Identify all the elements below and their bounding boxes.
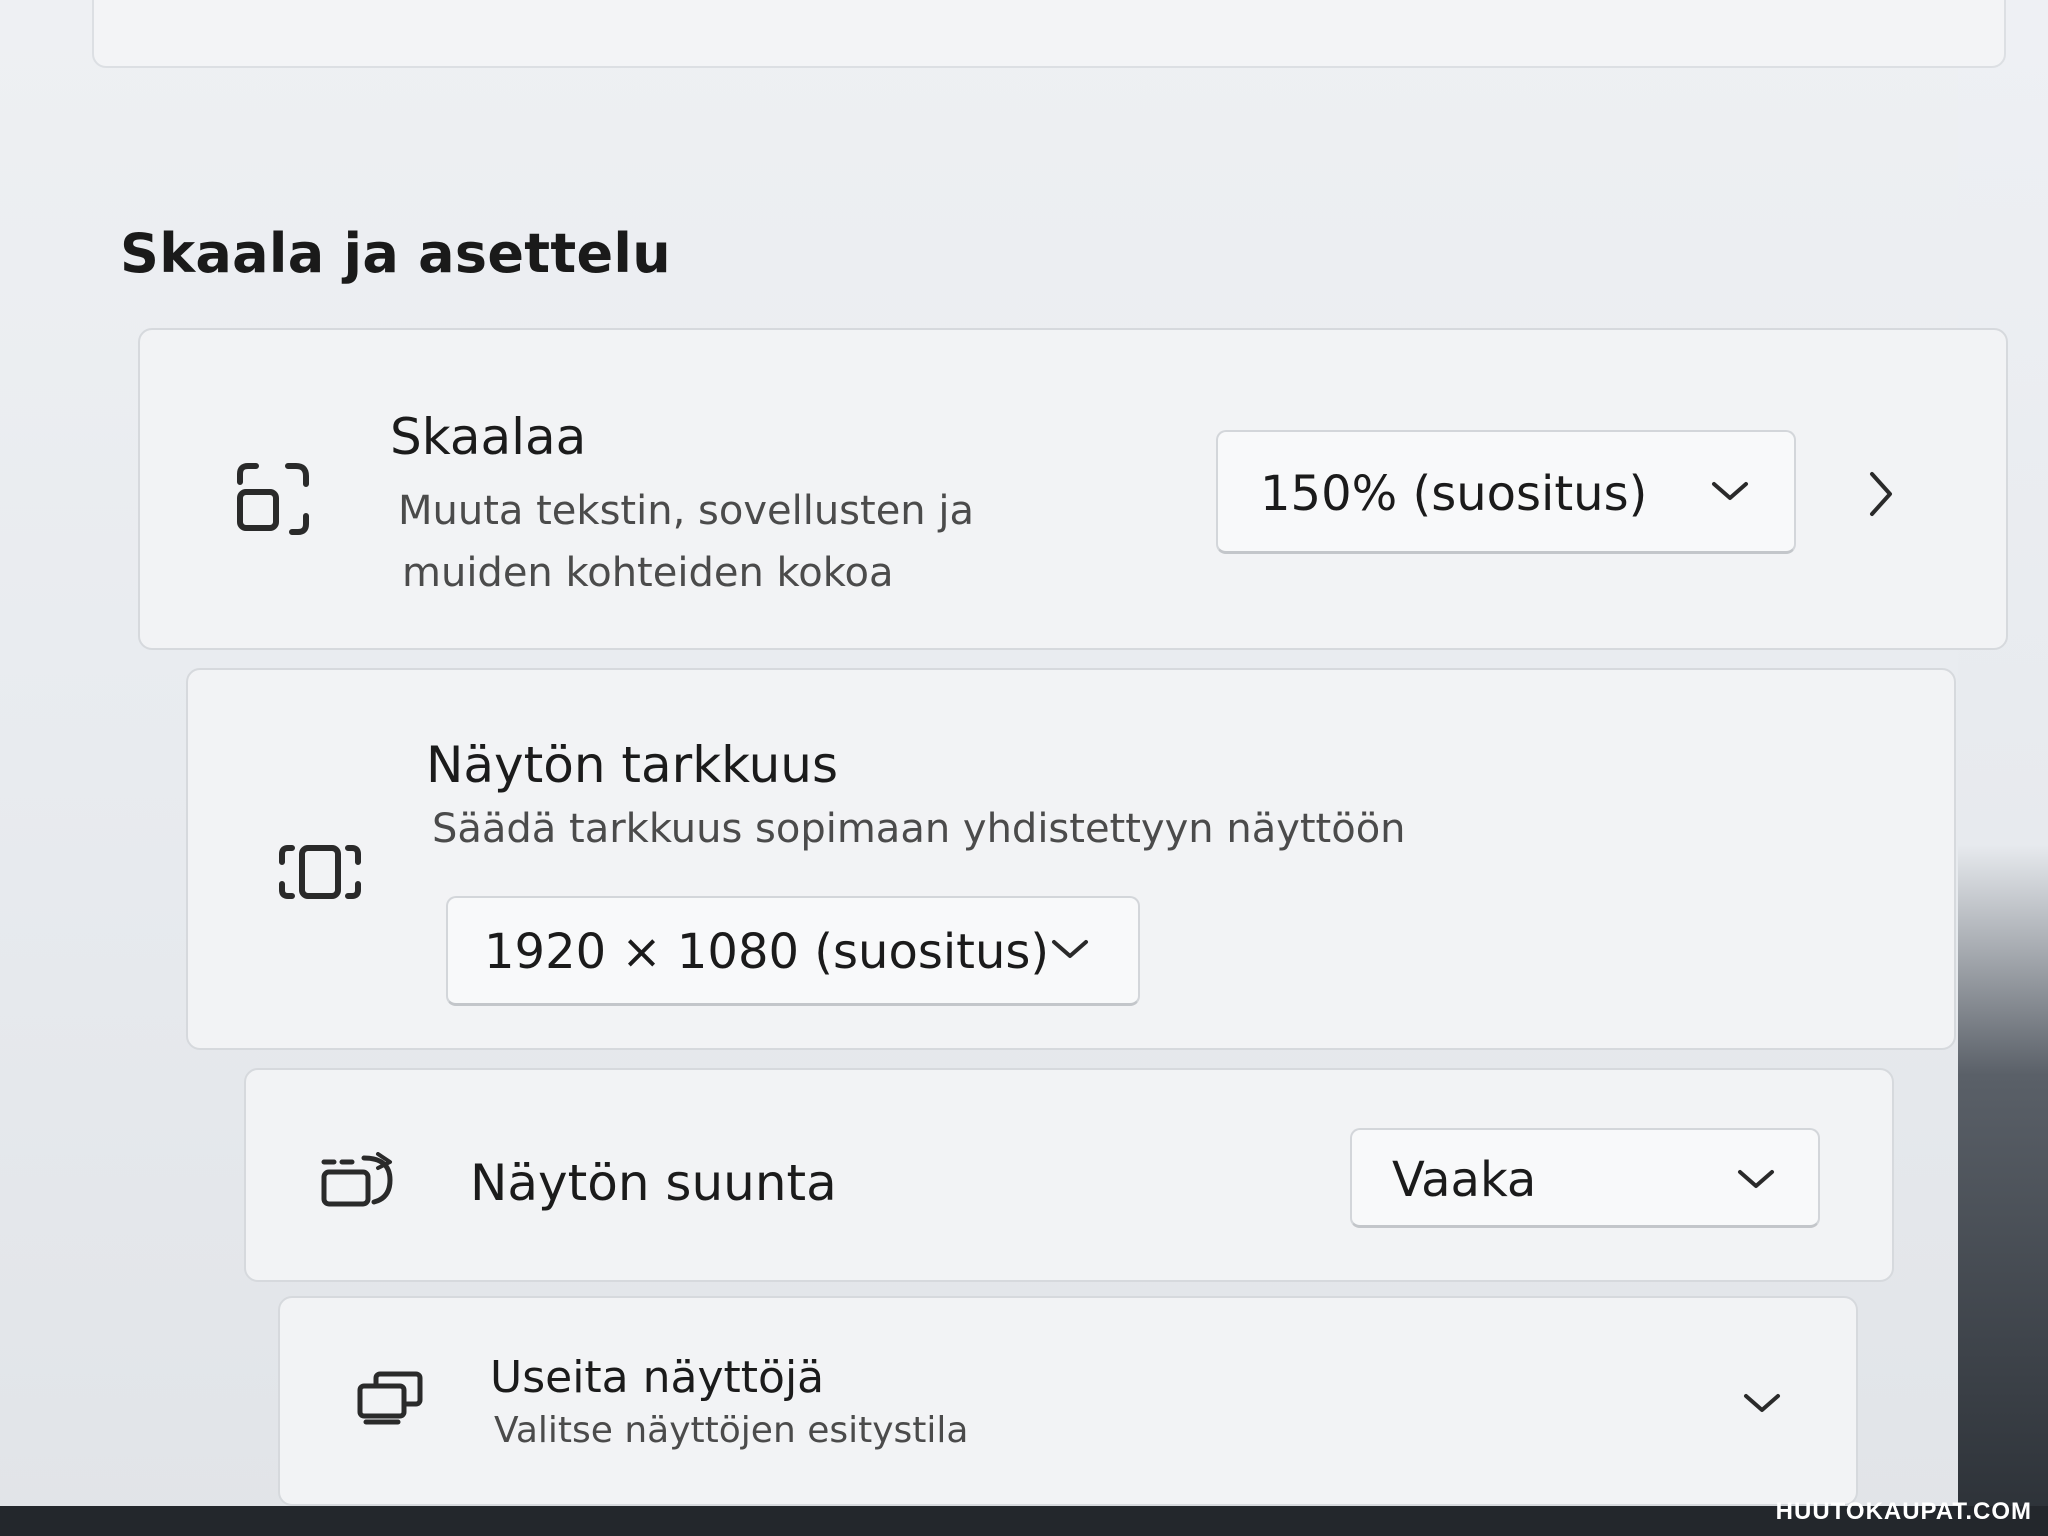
previous-settings-card — [92, 0, 2006, 68]
chevron-down-icon — [1712, 482, 1748, 500]
multiple-displays-icon — [357, 1371, 423, 1425]
chevron-right-icon[interactable] — [1866, 470, 1896, 518]
resolution-card: Näytön tarkkuus Säädä tarkkuus sopimaan … — [186, 668, 1956, 1050]
settings-screen: Skaala ja asettelu Skaalaa Muuta tekstin… — [0, 0, 2048, 1536]
resolution-icon — [279, 845, 361, 899]
orientation-icon — [321, 1152, 393, 1207]
monitor-bezel-bottom — [0, 1506, 2048, 1536]
orientation-dropdown[interactable]: Vaaka — [1350, 1128, 1820, 1228]
multiple-displays-card[interactable]: Useita näyttöjä Valitse näyttöjen esitys… — [278, 1296, 1858, 1506]
chevron-down-icon[interactable] — [1742, 1392, 1782, 1416]
scale-dropdown-value: 150% (suositus) — [1260, 466, 1648, 522]
orientation-card: Näytön suunta Vaaka — [244, 1068, 1894, 1282]
monitor-bezel-right — [1958, 0, 2048, 1536]
resolution-dropdown[interactable]: 1920 × 1080 (suositus) — [446, 896, 1140, 1006]
scale-description-line1: Muuta tekstin, sovellusten ja — [398, 488, 974, 534]
orientation-dropdown-value: Vaaka — [1392, 1152, 1537, 1208]
watermark-text: HUUTOKAUPAT.COM — [1775, 1498, 2032, 1525]
orientation-title: Näytön suunta — [470, 1154, 837, 1212]
scale-card[interactable]: Skaalaa Muuta tekstin, sovellusten ja mu… — [138, 328, 2008, 650]
resolution-title: Näytön tarkkuus — [426, 736, 839, 794]
chevron-down-icon — [1052, 940, 1088, 958]
scale-title: Skaalaa — [390, 408, 587, 466]
resolution-description: Säädä tarkkuus sopimaan yhdistettyyn näy… — [432, 806, 1406, 852]
resolution-dropdown-value: 1920 × 1080 (suositus) — [484, 924, 1050, 980]
chevron-down-icon — [1738, 1170, 1774, 1188]
scale-icon — [237, 463, 309, 535]
multiple-displays-description: Valitse näyttöjen esitystila — [494, 1410, 969, 1451]
section-title: Skaala ja asettelu — [120, 222, 671, 285]
scale-dropdown[interactable]: 150% (suositus) — [1216, 430, 1796, 554]
multiple-displays-title: Useita näyttöjä — [490, 1352, 825, 1403]
scale-description-line2: muiden kohteiden kokoa — [402, 550, 894, 596]
